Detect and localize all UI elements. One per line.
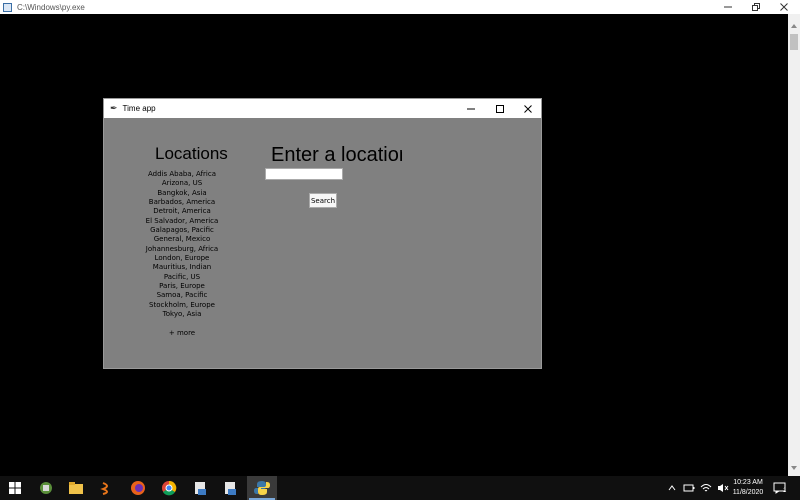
taskbar-app-6[interactable] xyxy=(185,476,215,500)
system-tray xyxy=(667,476,729,500)
location-item[interactable]: Galapagos, Pacific xyxy=(132,226,232,235)
feather-icon: ✒ xyxy=(110,103,118,113)
location-item[interactable]: Pacific, US xyxy=(132,273,232,282)
location-input[interactable] xyxy=(265,168,343,180)
clock-time: 10:23 AM xyxy=(733,479,763,486)
location-prompt-label: Enter a location xyxy=(271,144,402,166)
scrollbar-thumb[interactable] xyxy=(790,34,798,50)
time-app-minimize-button[interactable] xyxy=(457,99,485,118)
windows-logo-icon xyxy=(9,482,21,494)
time-app-titlebar: ✒ Time app xyxy=(104,99,541,118)
taskbar-clock[interactable]: 10:23 AM 11/8/2020 xyxy=(725,478,771,498)
location-item[interactable]: General, Mexico xyxy=(132,235,232,244)
location-item[interactable]: Stockholm, Europe xyxy=(132,301,232,310)
location-item[interactable]: Detroit, America xyxy=(132,207,232,216)
locations-list: Addis Ababa, Africa Arizona, US Bangkok,… xyxy=(132,170,232,320)
restore-icon xyxy=(752,3,760,11)
firefox-icon xyxy=(131,481,145,495)
battery-icon[interactable] xyxy=(683,483,695,493)
wifi-icon[interactable] xyxy=(700,483,712,493)
location-item[interactable]: Paris, Europe xyxy=(132,282,232,291)
console-window-title: C:\Windows\py.exe xyxy=(17,2,85,12)
close-icon xyxy=(524,104,532,113)
maximize-icon xyxy=(496,104,504,113)
console-scrollbar[interactable] xyxy=(788,14,800,476)
close-icon xyxy=(780,3,788,11)
app-icon xyxy=(100,482,108,495)
location-item[interactable]: Johannesburg, Africa xyxy=(132,245,232,254)
location-item[interactable]: Barbados, America xyxy=(132,198,232,207)
search-button[interactable]: Search xyxy=(309,193,337,208)
taskbar-app-3[interactable] xyxy=(92,476,122,500)
console-app-icon xyxy=(3,2,12,12)
console-restore-button[interactable] xyxy=(742,0,770,14)
minimize-icon xyxy=(724,6,732,8)
taskbar: 10:23 AM 11/8/2020 1 xyxy=(0,476,800,500)
location-item[interactable]: El Salvador, America xyxy=(132,217,232,226)
start-button[interactable] xyxy=(0,476,30,500)
time-app-close-button[interactable] xyxy=(514,99,542,118)
folder-icon xyxy=(69,482,83,494)
taskbar-app-7[interactable] xyxy=(215,476,245,500)
document-icon xyxy=(225,482,236,495)
notification-badge: 1 xyxy=(783,488,787,494)
python-icon xyxy=(254,481,270,495)
location-item[interactable]: Addis Ababa, Africa xyxy=(132,170,232,179)
notification-center-button[interactable]: 1 xyxy=(773,476,786,500)
more-locations-link[interactable]: + more xyxy=(150,329,214,337)
location-item[interactable]: Mauritius, Indian xyxy=(132,263,232,272)
taskbar-app-1[interactable] xyxy=(31,476,61,500)
location-item[interactable]: Arizona, US xyxy=(132,179,232,188)
chrome-icon xyxy=(162,480,177,496)
console-titlebar: C:\Windows\py.exe xyxy=(0,0,800,14)
taskbar-firefox[interactable] xyxy=(123,476,153,500)
taskbar-chrome[interactable] xyxy=(154,476,184,500)
clock-date: 11/8/2020 xyxy=(732,489,764,496)
taskbar-file-explorer[interactable] xyxy=(61,476,91,500)
taskbar-python[interactable] xyxy=(247,476,277,500)
time-app-maximize-button[interactable] xyxy=(486,99,514,118)
location-item[interactable]: Bangkok, Asia xyxy=(132,189,232,198)
scroll-up-icon[interactable] xyxy=(791,24,797,28)
chevron-up-icon[interactable] xyxy=(667,483,677,493)
locations-heading: Locations xyxy=(155,144,228,163)
time-app-title: Time app xyxy=(122,104,156,113)
scroll-down-icon[interactable] xyxy=(791,466,797,470)
console-minimize-button[interactable] xyxy=(714,0,742,14)
location-item[interactable]: London, Europe xyxy=(132,254,232,263)
location-item[interactable]: Tokyo, Asia xyxy=(132,310,232,319)
console-close-button[interactable] xyxy=(770,0,798,14)
app-icon xyxy=(40,482,52,494)
minimize-icon xyxy=(467,108,475,109)
document-icon xyxy=(195,482,206,495)
location-item[interactable]: Samoa, Pacific xyxy=(132,291,232,300)
